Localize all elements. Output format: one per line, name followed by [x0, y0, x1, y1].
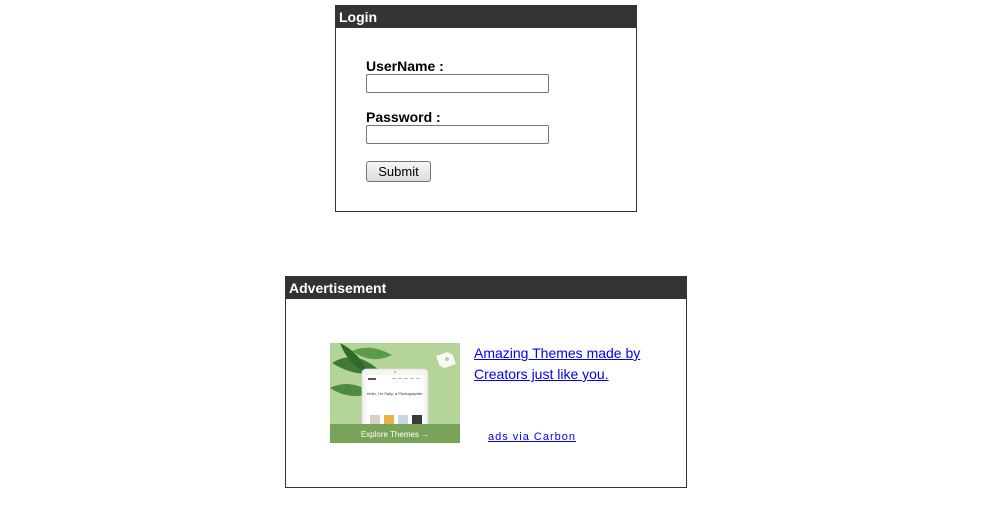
username-label: UserName : — [366, 58, 444, 74]
ad-image-greeting: Hello, I'm Sally, a Photographer. — [367, 391, 424, 396]
password-input[interactable] — [366, 125, 549, 144]
advertisement-panel: Advertisement Hello, I'm Sally, a Photog… — [285, 276, 687, 488]
submit-button[interactable]: Submit — [366, 161, 431, 182]
login-panel: Login UserName : Password : Submit — [335, 5, 637, 212]
ads-via-carbon-link[interactable]: ads via Carbon — [488, 431, 576, 443]
login-panel-title: Login — [336, 6, 636, 28]
password-label: Password : — [366, 109, 441, 125]
ad-headline-link[interactable]: Amazing Themes made by Creators just lik… — [474, 343, 664, 385]
advertisement-panel-title: Advertisement — [286, 277, 686, 299]
ad-image-cta: Explore Themes → — [361, 430, 429, 439]
username-input[interactable] — [366, 74, 549, 93]
ad-image[interactable]: Hello, I'm Sally, a Photographer. Explor… — [330, 343, 460, 443]
